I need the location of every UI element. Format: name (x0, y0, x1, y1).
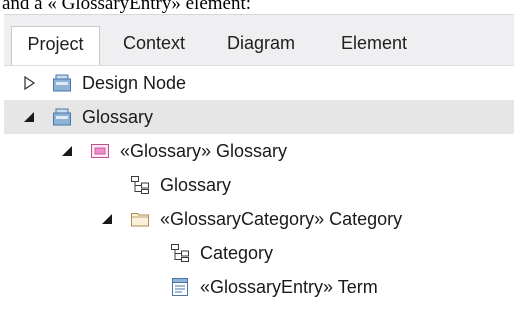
tree-item-glossary-model[interactable]: «Glossary» Glossary (4, 134, 514, 168)
tree-item-design-node[interactable]: Design Node (4, 66, 514, 100)
project-tree: Design Node Glossary «Glossary» Glossary… (4, 66, 514, 316)
tab-strip: Project Context Diagram Element (4, 14, 514, 67)
tab-project[interactable]: Project (11, 26, 100, 67)
collapse-arrow-icon[interactable] (22, 110, 36, 124)
tree-item-label: Category (200, 243, 274, 263)
tree-item-glossary-entry[interactable]: «GlossaryEntry» Term (4, 270, 514, 304)
tab-context[interactable]: Context (105, 26, 203, 66)
page: and a « GlossaryEntry» element: Project … (0, 0, 516, 316)
diagram-icon (131, 176, 149, 194)
glossary-model-icon (91, 144, 109, 158)
tree-item-label: «GlossaryCategory» Category (160, 209, 403, 229)
tree-item-category-diagram[interactable]: Category (4, 236, 514, 270)
package-icon (53, 74, 71, 92)
project-browser-panel: Project Context Diagram Element Design N… (4, 14, 514, 316)
glossary-entry-icon (172, 278, 188, 296)
tree-item-glossary-diagram[interactable]: Glossary (4, 168, 514, 202)
tree-item-glossary-category[interactable]: «GlossaryCategory» Category (4, 202, 514, 236)
tree-item-label: Design Node (82, 73, 187, 93)
diagram-icon (171, 244, 189, 262)
tab-element[interactable]: Element (322, 26, 426, 66)
collapse-arrow-icon[interactable] (60, 144, 74, 158)
tree-item-glossary-package[interactable]: Glossary (4, 100, 514, 134)
tree-item-label: Glossary (160, 175, 232, 195)
expand-arrow-icon[interactable] (22, 76, 36, 90)
tree-item-label: «GlossaryEntry» Term (200, 277, 378, 297)
tab-diagram[interactable]: Diagram (209, 26, 313, 66)
tree-item-label: Glossary (82, 107, 154, 127)
tree-item-label: «Glossary» Glossary (120, 141, 288, 161)
folder-icon (131, 213, 149, 227)
collapse-arrow-icon[interactable] (100, 212, 114, 226)
package-icon (53, 108, 71, 126)
